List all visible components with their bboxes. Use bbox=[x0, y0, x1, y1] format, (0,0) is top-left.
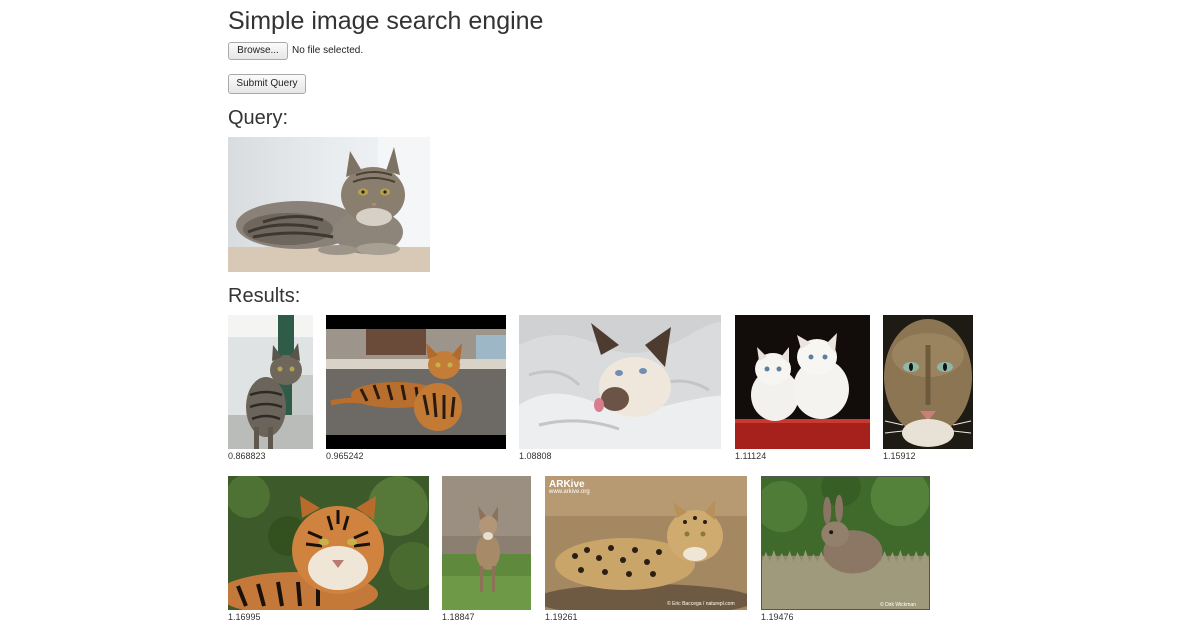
result-score: 1.16995 bbox=[228, 612, 261, 622]
page-title: Simple image search engine bbox=[228, 7, 544, 35]
leopard-credit-watermark: © Eric Baccega / naturepl.com bbox=[667, 601, 735, 607]
result-image[interactable] bbox=[228, 315, 313, 449]
result-score: 1.19261 bbox=[545, 612, 578, 622]
result-score: 1.15912 bbox=[883, 451, 916, 461]
result-score: 0.868823 bbox=[228, 451, 266, 461]
result-image[interactable] bbox=[442, 476, 531, 610]
result-score: 1.08808 bbox=[519, 451, 552, 461]
result-image[interactable] bbox=[883, 315, 973, 449]
rabbit-credit-watermark: © Dirk Wickman bbox=[880, 602, 916, 608]
results-heading: Results: bbox=[228, 285, 301, 307]
result-image[interactable] bbox=[735, 315, 870, 449]
query-image bbox=[228, 137, 430, 272]
result-score: 1.19476 bbox=[761, 612, 794, 622]
submit-query-button[interactable]: Submit Query bbox=[228, 74, 306, 94]
result-score: 0.965242 bbox=[326, 451, 364, 461]
result-image[interactable] bbox=[228, 476, 429, 610]
result-image[interactable] bbox=[519, 315, 721, 449]
browse-button[interactable]: Browse... bbox=[228, 42, 288, 60]
result-image[interactable] bbox=[761, 476, 930, 610]
result-image[interactable] bbox=[545, 476, 747, 610]
result-image[interactable] bbox=[326, 315, 506, 449]
file-status-text: No file selected. bbox=[292, 45, 364, 56]
arkive-url-watermark: www.arkive.org bbox=[549, 489, 590, 495]
page: Simple image search engine Browse... No … bbox=[0, 0, 1200, 630]
result-score: 1.11124 bbox=[735, 451, 767, 461]
query-heading: Query: bbox=[228, 107, 289, 129]
result-score: 1.18847 bbox=[442, 612, 475, 622]
